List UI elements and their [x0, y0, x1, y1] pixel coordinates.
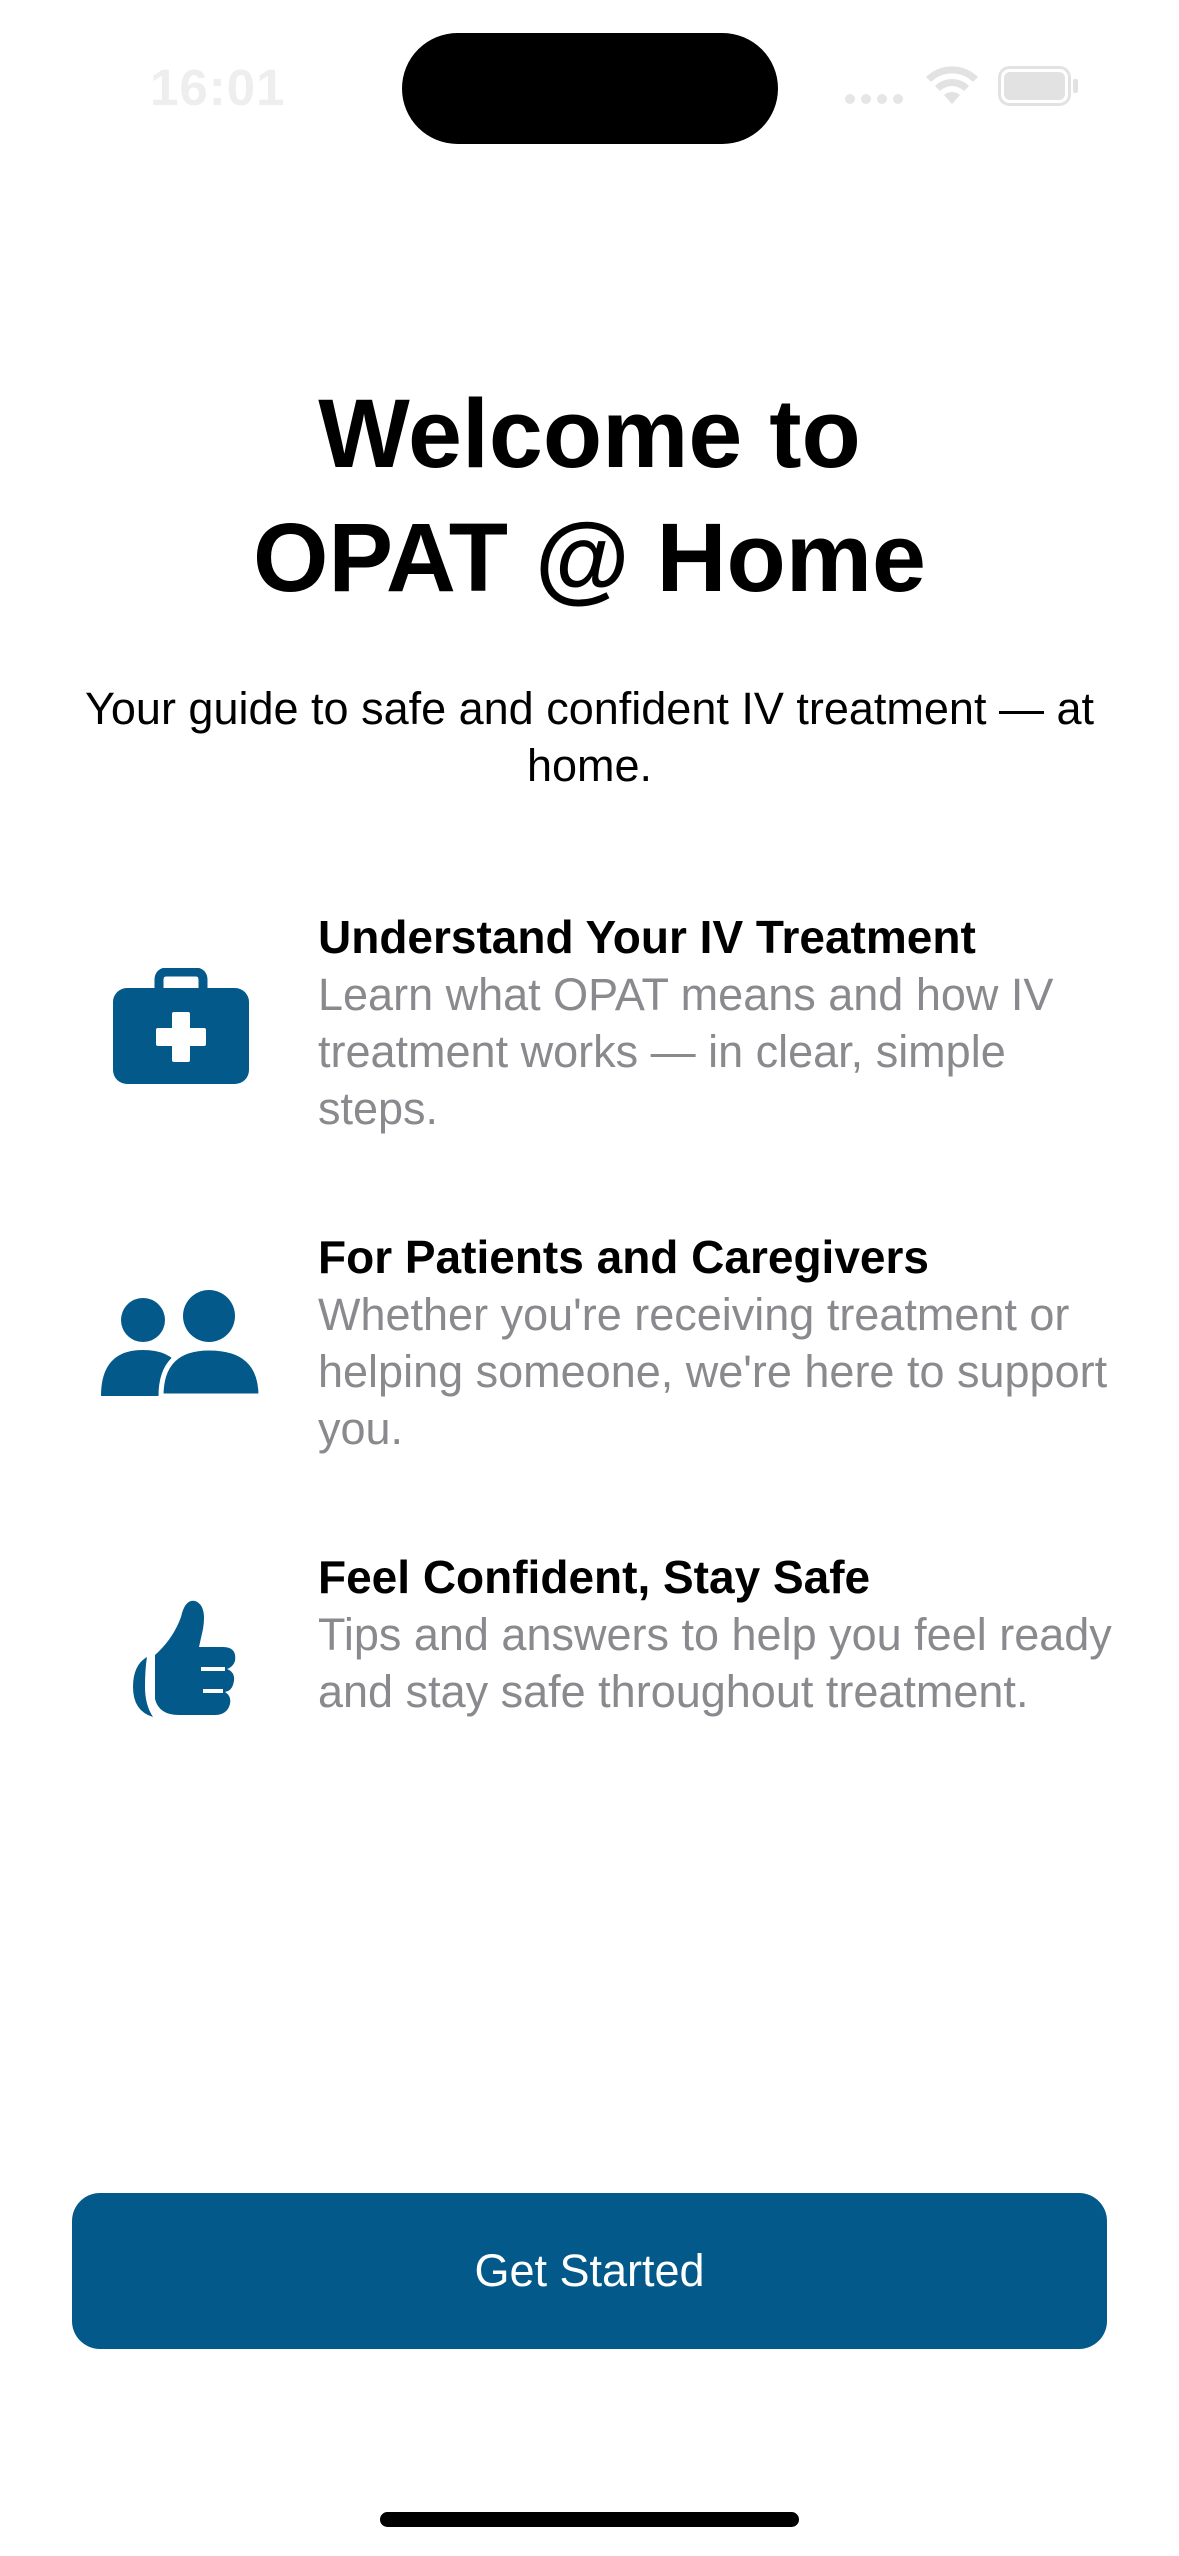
feature-title: Feel Confident, Stay Safe	[318, 1551, 871, 1603]
dynamic-island	[402, 33, 778, 144]
feature-text: Feel Confident, Stay Safe Tips and answe…	[318, 1548, 1118, 1720]
title-line-2: OPAT @ Home	[252, 503, 927, 612]
feature-description: Learn what OPAT means and how IV treatme…	[318, 969, 1054, 1134]
home-indicator[interactable]	[380, 2512, 799, 2527]
feature-description: Whether you're receiving treatment or he…	[318, 1289, 1108, 1454]
medical-kit-icon	[96, 963, 266, 1093]
feature-text: For Patients and Caregivers Whether you'…	[318, 1228, 1118, 1457]
feature-title: For Patients and Caregivers	[318, 1231, 929, 1283]
subtitle: Your guide to safe and confident IV trea…	[85, 683, 1094, 791]
feature-title: Understand Your IV Treatment	[318, 911, 976, 963]
signal-dots-icon	[845, 94, 905, 106]
get-started-button[interactable]: Get Started	[72, 2193, 1107, 2349]
status-time: 16:01	[150, 59, 286, 116]
thumbs-up-icon	[96, 1593, 266, 1723]
feature-text: Understand Your IV Treatment Learn what …	[318, 908, 1118, 1137]
battery-icon	[998, 66, 1078, 106]
people-icon	[96, 1278, 266, 1408]
wifi-icon	[926, 66, 978, 104]
page-title: Welcome to OPAT @ Home	[0, 372, 1179, 620]
feature-description: Tips and answers to help you feel ready …	[318, 1609, 1112, 1717]
title-line-1: Welcome to	[318, 379, 861, 488]
